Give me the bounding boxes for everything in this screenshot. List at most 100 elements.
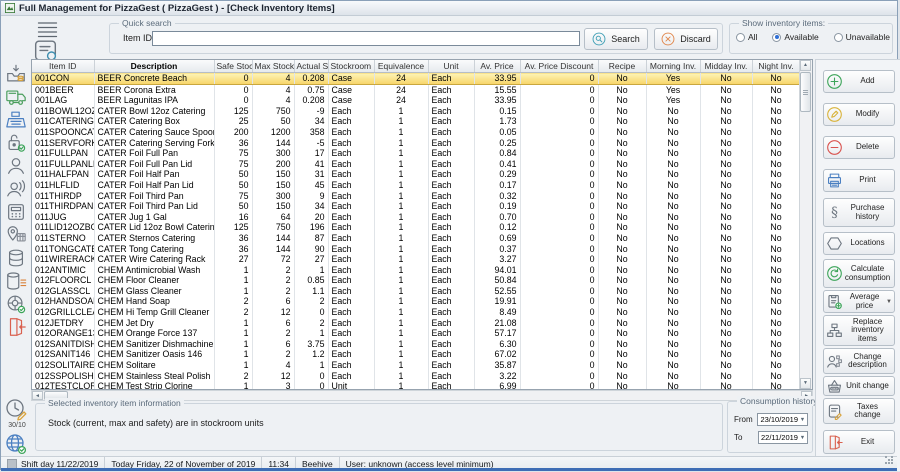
average-price-button[interactable]: Average price▼: [823, 290, 895, 313]
menu-icon[interactable]: [35, 21, 60, 38]
cell: 0.17: [474, 180, 520, 191]
vertical-scrollbar[interactable]: ▲ ▼: [799, 60, 812, 389]
database-icon[interactable]: [5, 247, 27, 269]
radio-unavailable-icon[interactable]: [834, 33, 843, 42]
search-button[interactable]: Search: [584, 28, 648, 50]
replace-inventory-items-button[interactable]: Replace inventory items: [823, 315, 895, 346]
radio-unavailable[interactable]: Unavailable: [834, 32, 890, 42]
table-row[interactable]: 011SPOONCATERINCATER Catering Sauce Spoo…: [32, 127, 812, 138]
radio-available[interactable]: Available: [772, 32, 818, 42]
table-row[interactable]: 011THIRDPANCATER Foil Third Pan Lid50150…: [32, 201, 812, 212]
table-row[interactable]: 011LID12OZBOWLCATER Lid 12oz Bowl Cateri…: [32, 222, 812, 233]
resize-grip[interactable]: [885, 456, 894, 465]
table-row[interactable]: 011THIRDPCATER Foil Third Pan753009Each1…: [32, 191, 812, 202]
vertical-scroll-thumb[interactable]: [800, 72, 811, 112]
column-header-morning-inv-[interactable]: Morning Inv.: [646, 60, 700, 73]
table-row[interactable]: 001BEERBEER Corona Extra040.75Case24Each…: [32, 84, 812, 95]
column-header-safe-stock[interactable]: Safe Stock: [214, 60, 252, 73]
to-dropdown-icon[interactable]: ▼: [798, 435, 807, 441]
column-header-night-inv-[interactable]: Night Inv.: [752, 60, 800, 73]
unit-change-button[interactable]: Unit change: [823, 376, 895, 396]
security-lock-icon[interactable]: [5, 132, 27, 154]
table-row[interactable]: 011WIRERACKCATER Wire Catering Rack27722…: [32, 254, 812, 265]
globe-check-icon[interactable]: [4, 432, 28, 456]
table-row[interactable]: 001LAGBEER Lagunitas IPA040.208Case24Eac…: [32, 95, 812, 106]
modify-button[interactable]: Modify: [823, 103, 895, 126]
table-row[interactable]: 012ANTIMICCHEM Antimicrobial Wash121Each…: [32, 265, 812, 276]
table-row[interactable]: 011TONGCATERINGCATER Tong Catering361449…: [32, 244, 812, 255]
calculate-consumption-button[interactable]: Calculate consumption: [823, 259, 895, 288]
purchase-history-button[interactable]: §Purchase history: [823, 198, 895, 227]
table-row[interactable]: 011CATERINGBOXCATER Catering Box255034Ea…: [32, 116, 812, 127]
to-date-field[interactable]: 22/11/2019 ▼: [758, 431, 808, 444]
table-row[interactable]: 011FULLPANLIDCATER Foil Full Pan Lid7520…: [32, 159, 812, 170]
exit-button[interactable]: Exit: [823, 430, 895, 454]
cell: 1: [374, 127, 428, 138]
table-row[interactable]: 012SANIT146CHEM Sanitizer Oasis 146121.2…: [32, 349, 812, 360]
database-list-icon[interactable]: [5, 270, 27, 292]
table-row[interactable]: 012JETDRYCHEM Jet Dry162Each1Each21.080N…: [32, 318, 812, 329]
table-row[interactable]: 011BOWL12OZCATCATER Bowl 12oz Catering12…: [32, 106, 812, 117]
column-header-description[interactable]: Description: [94, 60, 214, 73]
table-row[interactable]: 001CONBEER Concrete Beach040.208Case24Ea…: [32, 73, 812, 85]
from-date-field[interactable]: 23/10/2019 ▼: [757, 413, 808, 426]
taxes-change-button[interactable]: Taxes change: [823, 398, 895, 424]
print-button[interactable]: Print: [823, 169, 895, 192]
table-row[interactable]: 011HALFPANCATER Foil Half Pan5015031Each…: [32, 169, 812, 180]
table-row[interactable]: 011JUGCATER Jug 1 Gal166420Each1Each0.70…: [32, 212, 812, 223]
radio-all[interactable]: All: [736, 32, 757, 42]
table-row[interactable]: 012GLASSCLCHEM Glass Cleaner121.1Each1Ea…: [32, 286, 812, 297]
logout-door-icon[interactable]: [5, 316, 27, 338]
column-header-actual-s-[interactable]: Actual S.: [294, 60, 328, 73]
wheel-check-icon[interactable]: [5, 293, 27, 315]
column-header-midday-inv-[interactable]: Midday Inv.: [700, 60, 752, 73]
add-button[interactable]: Add: [823, 70, 895, 93]
table-row[interactable]: 011FULLPANCATER Foil Full Pan7530017Each…: [32, 148, 812, 159]
scroll-down-icon[interactable]: ▼: [800, 378, 811, 389]
cell: Each: [328, 127, 374, 138]
change-description-button[interactable]: Change description: [823, 348, 895, 374]
item-id-input[interactable]: [152, 31, 580, 46]
delivery-truck-icon[interactable]: [5, 86, 27, 108]
locations-button[interactable]: Locations: [823, 232, 895, 255]
shift-clock-icon[interactable]: [4, 397, 28, 421]
radio-all-icon[interactable]: [736, 33, 745, 42]
delete-button[interactable]: Delete: [823, 136, 895, 159]
radio-available-icon[interactable]: [772, 33, 781, 42]
from-dropdown-icon[interactable]: ▼: [798, 417, 807, 423]
search-button-label: Search: [611, 34, 640, 44]
column-header-stockroom-u-[interactable]: Stockroom U.: [328, 60, 374, 73]
column-header-unit[interactable]: Unit: [428, 60, 474, 73]
column-header-av-price-discount[interactable]: Av. Price Discount: [520, 60, 598, 73]
user-privacy-icon[interactable]: [5, 178, 27, 200]
column-header-equivalence[interactable]: Equivalence: [374, 60, 428, 73]
cell: No: [752, 265, 800, 276]
table-row[interactable]: 012FLOORCLCHEM Floor Cleaner120.85Each1E…: [32, 275, 812, 286]
table-row[interactable]: 012ORANGE137CHEM Orange Force 137121Each…: [32, 328, 812, 339]
location-calendar-icon[interactable]: [5, 224, 27, 246]
table-row[interactable]: 012SANITDISHCHEM Sanitizer Dishmachine16…: [32, 339, 812, 350]
cell: 300: [252, 191, 294, 202]
table-row[interactable]: 012GRILLCLEANERCHEM Hi Temp Grill Cleane…: [32, 307, 812, 318]
scroll-left-icon[interactable]: ◄: [32, 391, 43, 400]
column-header-item-id[interactable]: Item ID: [32, 60, 94, 73]
column-header-max-stock[interactable]: Max Stock: [252, 60, 294, 73]
table-row[interactable]: 012TESTCLORINECHEM Test Strip Clorine130…: [32, 381, 812, 390]
table-row[interactable]: 011SERVFORKCATCATER Catering Serving For…: [32, 138, 812, 149]
table-row[interactable]: 011STERNOCATER Sternos Catering3614487Ea…: [32, 233, 812, 244]
table-row[interactable]: 012SOLITAIRECHEM Solitare141Each1Each35.…: [32, 360, 812, 371]
table-row[interactable]: 012SSPOLISHCHEM Stainless Steal Polish21…: [32, 371, 812, 382]
calculator-icon[interactable]: [5, 201, 27, 223]
discard-button[interactable]: Discard: [654, 28, 718, 50]
cash-register-icon[interactable]: [5, 109, 27, 131]
table-row[interactable]: 012HANDSOAPCHEM Hand Soap262Each1Each19.…: [32, 296, 812, 307]
dropdown-arrow-icon[interactable]: ▼: [886, 299, 892, 305]
column-header-recipe[interactable]: Recipe: [598, 60, 646, 73]
column-header-av-price[interactable]: Av. Price: [474, 60, 520, 73]
basket-icon: [826, 378, 843, 395]
goods-in-icon[interactable]: [5, 63, 27, 85]
scroll-up-icon[interactable]: ▲: [800, 60, 811, 71]
user-icon[interactable]: [5, 155, 27, 177]
cell: 0: [520, 275, 598, 286]
table-row[interactable]: 011HLFLIDCATER Foil Half Pan Lid5015045E…: [32, 180, 812, 191]
